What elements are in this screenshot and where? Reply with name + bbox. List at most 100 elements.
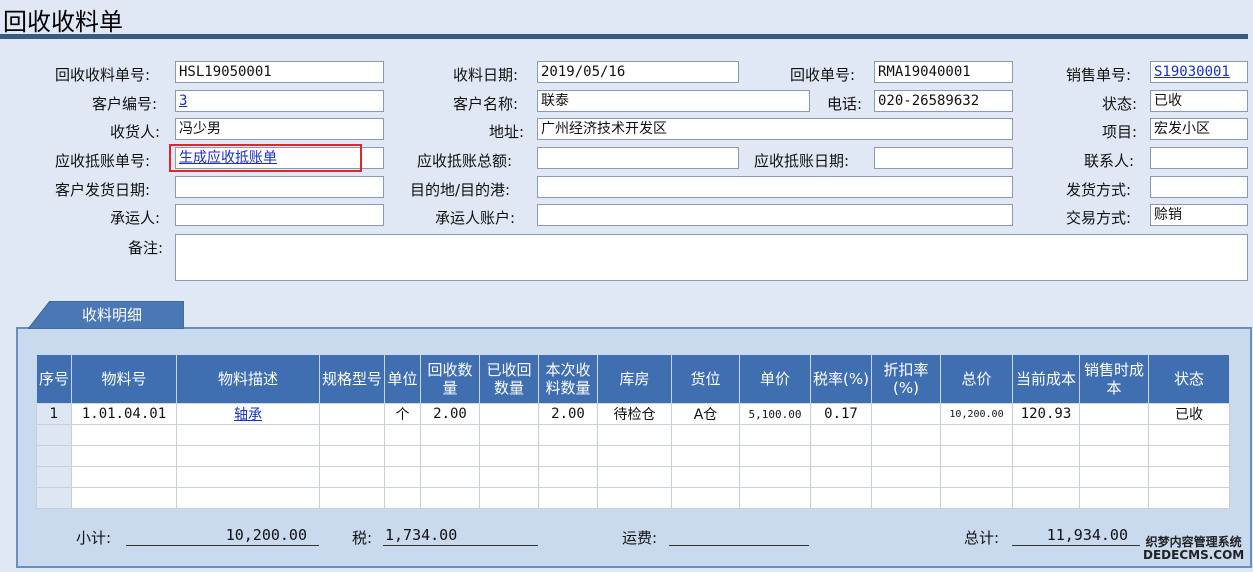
col-header[interactable]: 库房 (597, 354, 672, 404)
cell-warehouse[interactable]: 待检仓 (597, 403, 672, 425)
cell-received-qty[interactable] (479, 403, 539, 425)
ar-total-label: 应收抵账总额: (417, 152, 513, 170)
highlight-box (169, 144, 362, 172)
col-header[interactable]: 单价 (739, 354, 811, 404)
carrier-acct-label: 承运人账户: (435, 209, 516, 227)
cell-sales-cost[interactable] (1079, 403, 1149, 425)
table-row-empty[interactable] (36, 487, 1230, 509)
watermark-line2: DEDECMS.COM (1143, 548, 1245, 562)
dest-label: 目的地/目的港: (410, 181, 511, 199)
col-header[interactable]: 状态 (1148, 354, 1230, 404)
rma-no-label: 回收单号: (790, 66, 856, 84)
table-row-empty[interactable] (36, 445, 1230, 467)
memo-textarea[interactable] (175, 234, 1248, 281)
total-label: 总计: (964, 529, 1000, 547)
tax-label: 税: (352, 529, 373, 547)
table-header-row: 序号 物料号 物料描述 规格型号 单位 回收数量 已收回数量 本次收料数量 库房… (36, 354, 1230, 404)
project-label: 项目: (1102, 123, 1138, 141)
ar-total-field[interactable] (537, 147, 739, 169)
carrier-acct-field[interactable] (537, 204, 1013, 226)
table-row-empty[interactable] (36, 424, 1230, 446)
col-header[interactable]: 当前成本 (1012, 354, 1080, 404)
table-row[interactable]: 1 1.01.04.01 轴承 个 2.00 2.00 待检仓 A仓 5,100… (36, 403, 1230, 425)
cust-no-link[interactable]: 3 (179, 93, 187, 109)
page-title: 回收收料单 (3, 8, 123, 36)
cell-unit-price[interactable]: 5,100.00 (739, 403, 811, 425)
tab-detail[interactable]: 收料明细 (28, 301, 184, 329)
trade-label: 交易方式: (1066, 209, 1132, 227)
cell-return-qty[interactable]: 2.00 (420, 403, 480, 425)
ship-method-label: 发货方式: (1066, 181, 1132, 199)
col-header[interactable]: 回收数量 (420, 354, 480, 404)
trade-field[interactable]: 赊销 (1150, 204, 1248, 226)
subtotal-label: 小计: (76, 529, 112, 547)
cell-discount[interactable] (871, 403, 941, 425)
recv-no-field[interactable]: HSL19050001 (175, 61, 384, 83)
col-header[interactable]: 已收回数量 (479, 354, 539, 404)
title-underline (0, 34, 1248, 39)
freight-value (669, 526, 809, 546)
col-header[interactable]: 税率(%) (810, 354, 872, 404)
col-header[interactable]: 序号 (36, 354, 72, 404)
cell-status[interactable]: 已收 (1148, 403, 1230, 425)
cell-seq: 1 (36, 403, 72, 425)
sales-no-link[interactable]: S19030001 (1154, 64, 1230, 80)
tab-detail-label: 收料明细 (81, 306, 142, 324)
table-row-empty[interactable] (36, 466, 1230, 488)
col-header[interactable]: 总价 (940, 354, 1013, 404)
ship-method-field[interactable] (1150, 176, 1248, 198)
cust-no-label: 客户编号: (92, 95, 158, 113)
col-header[interactable]: 折扣率(%) (871, 354, 941, 404)
total-value: 11,934.00 (1012, 526, 1140, 546)
ship-date-label: 客户发货日期: (55, 181, 151, 199)
recv-no-label: 回收收料单号: (55, 66, 151, 84)
col-header[interactable]: 单位 (384, 354, 421, 404)
freight-label: 运费: (622, 529, 658, 547)
item-desc-link[interactable]: 轴承 (234, 407, 262, 423)
address-field[interactable]: 广州经济技术开发区 (537, 118, 1013, 140)
sales-no-label: 销售单号: (1066, 66, 1132, 84)
cell-tax-rate[interactable]: 0.17 (810, 403, 872, 425)
contact-field[interactable] (1150, 147, 1248, 169)
project-field[interactable]: 宏发小区 (1150, 118, 1248, 140)
contact-label: 联系人: (1084, 152, 1135, 170)
col-header[interactable]: 物料号 (71, 354, 177, 404)
col-header[interactable]: 货位 (671, 354, 740, 404)
cust-no-field[interactable]: 3 (175, 90, 384, 112)
cust-name-label: 客户名称: (453, 95, 519, 113)
tax-value: 1,734.00 (383, 526, 538, 546)
sales-no-field[interactable]: S19030001 (1150, 61, 1248, 83)
cell-unit[interactable]: 个 (384, 403, 421, 425)
status-label: 状态: (1102, 95, 1138, 113)
cell-total[interactable]: 10,200.00 (940, 403, 1013, 425)
cell-item-desc[interactable]: 轴承 (176, 403, 320, 425)
watermark: 织梦内容管理系统 DEDECMS.COM (1143, 536, 1244, 562)
recv-date-field[interactable]: 2019/05/16 (537, 61, 739, 83)
recv-date-label: 收料日期: (453, 66, 519, 84)
cell-current-cost[interactable]: 120.93 (1012, 403, 1080, 425)
cust-name-field[interactable]: 联泰 (537, 90, 810, 112)
ar-date-field[interactable] (874, 147, 1013, 169)
col-header[interactable]: 销售时成本 (1079, 354, 1149, 404)
status-field[interactable]: 已收 (1150, 90, 1248, 112)
cell-item-no[interactable]: 1.01.04.01 (71, 403, 177, 425)
receiver-label: 收货人: (110, 123, 161, 141)
phone-label: 电话: (827, 95, 863, 113)
detail-table: 序号 物料号 物料描述 规格型号 单位 回收数量 已收回数量 本次收料数量 库房… (36, 354, 1230, 509)
ar-no-label: 应收抵账单号: (55, 152, 151, 170)
dest-field[interactable] (537, 176, 1013, 198)
memo-label: 备注: (128, 239, 164, 257)
col-header[interactable]: 本次收料数量 (538, 354, 598, 404)
cell-location[interactable]: A仓 (671, 403, 740, 425)
receiver-field[interactable]: 冯少男 (175, 118, 384, 140)
carrier-field[interactable] (175, 204, 384, 226)
ar-date-label: 应收抵账日期: (754, 152, 850, 170)
col-header[interactable]: 物料描述 (176, 354, 320, 404)
carrier-label: 承运人: (110, 209, 161, 227)
phone-field[interactable]: 020-26589632 (874, 90, 1013, 112)
cell-spec[interactable] (319, 403, 385, 425)
ship-date-field[interactable] (175, 176, 384, 198)
cell-this-qty[interactable]: 2.00 (538, 403, 598, 425)
rma-no-field[interactable]: RMA19040001 (874, 61, 1013, 83)
col-header[interactable]: 规格型号 (319, 354, 385, 404)
